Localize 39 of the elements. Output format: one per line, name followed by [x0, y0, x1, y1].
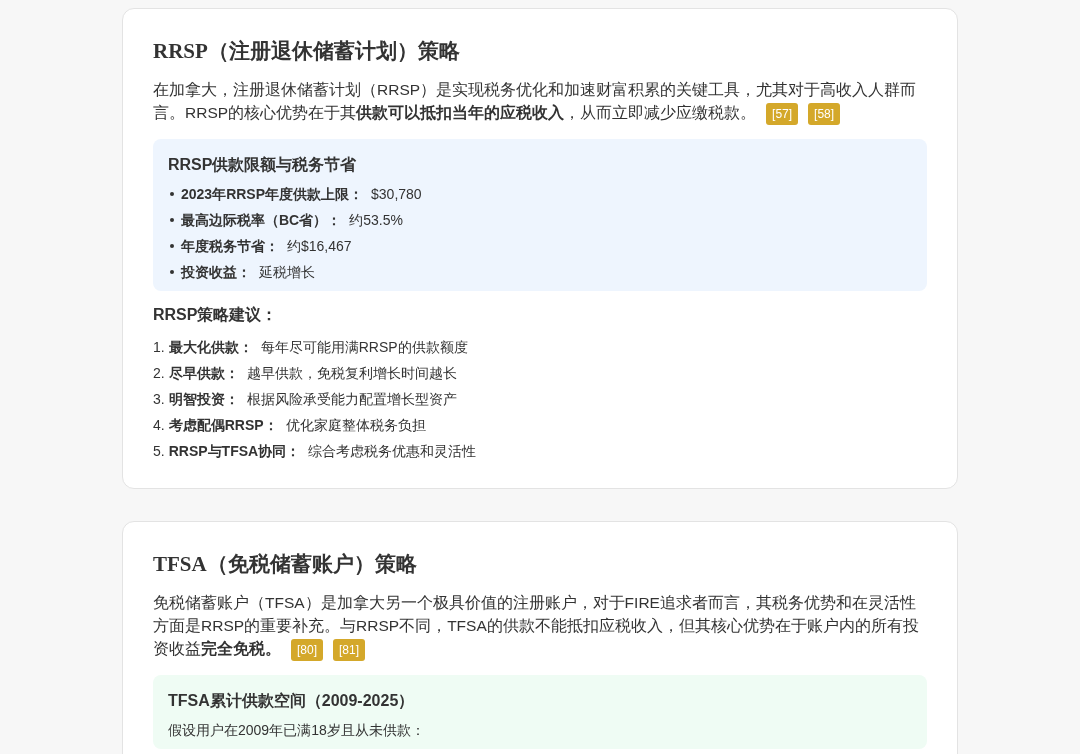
item-value: 约53.5%	[349, 211, 403, 230]
step-label: 考虑配偶RRSP：	[168, 416, 278, 435]
bullet-icon	[170, 244, 174, 248]
bullet-icon	[170, 218, 174, 222]
step-label: 尽早供款：	[168, 364, 239, 383]
step-value: 越早供款，免税复利增长时间越长	[246, 364, 457, 383]
citation-link[interactable]: [58]	[808, 103, 841, 125]
note-text: 假设用户在2009年已满18岁且从未供款：	[168, 721, 426, 740]
citation-link[interactable]: [81]	[333, 639, 366, 661]
step-number: 3.	[153, 390, 165, 409]
item-label: 投资收益：	[181, 263, 251, 282]
item-value: 延税增长	[259, 263, 315, 282]
info-box-title: RRSP供款限额与税务节省	[168, 155, 358, 175]
paragraph: 在加拿大，注册退休储蓄计划（RRSP）是实现税务优化和加速财富积累的关键工具，尤其对于高收入人群而言。RRSP的核心优势在于其供款可以抵扣当年的应税收入，从而立即减少应缴税款。 [57] [58]	[153, 78, 927, 125]
item-value: $30,780	[371, 185, 422, 204]
step-label: 最大化供款：	[168, 338, 253, 357]
step-number: 4.	[153, 416, 165, 435]
step-number: 5.	[153, 442, 165, 461]
section-title: RRSP（注册退休储蓄计划）策略	[153, 38, 461, 65]
list-title: RRSP策略建议：	[153, 305, 279, 325]
step-value: 优化家庭整体税务负担	[285, 416, 426, 435]
step-value: 根据风险承受能力配置增长型资产	[246, 390, 457, 409]
section-title: TFSA（免税储蓄账户）策略	[153, 551, 418, 578]
step-label: RRSP与TFSA协同：	[168, 442, 301, 461]
item-label: 最高边际税率（BC省）：	[181, 211, 342, 230]
citation-link[interactable]: [80]	[291, 639, 323, 661]
item-label: 2023年RRSP年度供款上限：	[181, 185, 364, 204]
bullet-icon	[170, 192, 174, 196]
citation-link[interactable]: [57]	[766, 103, 799, 125]
item-label: 年度税务节省：	[181, 237, 279, 256]
step-number: 2.	[153, 364, 165, 383]
paragraph: 免税储蓄账户（TFSA）是加拿大另一个极具价值的注册账户，对于FIRE追求者而言，其税务优势和在灵活性方面是RRSP的重要补充。与RRSP不同，TFSA的供款不能抵扣应税收入，但其核心优势在于账户内的所有投资收益完全免税。 [80] [81]	[153, 591, 927, 661]
step-number: 1.	[153, 338, 165, 357]
step-value: 每年尽可能用满RRSP的供款额度	[260, 338, 468, 357]
step-label: 明智投资：	[168, 390, 239, 409]
bullet-icon	[170, 270, 174, 274]
info-box-title: TFSA累计供款空间（2009-2025）	[168, 691, 416, 711]
step-value: 综合考虑税务优惠和灵活性	[308, 442, 477, 461]
item-value: 约$16,467	[287, 237, 352, 256]
